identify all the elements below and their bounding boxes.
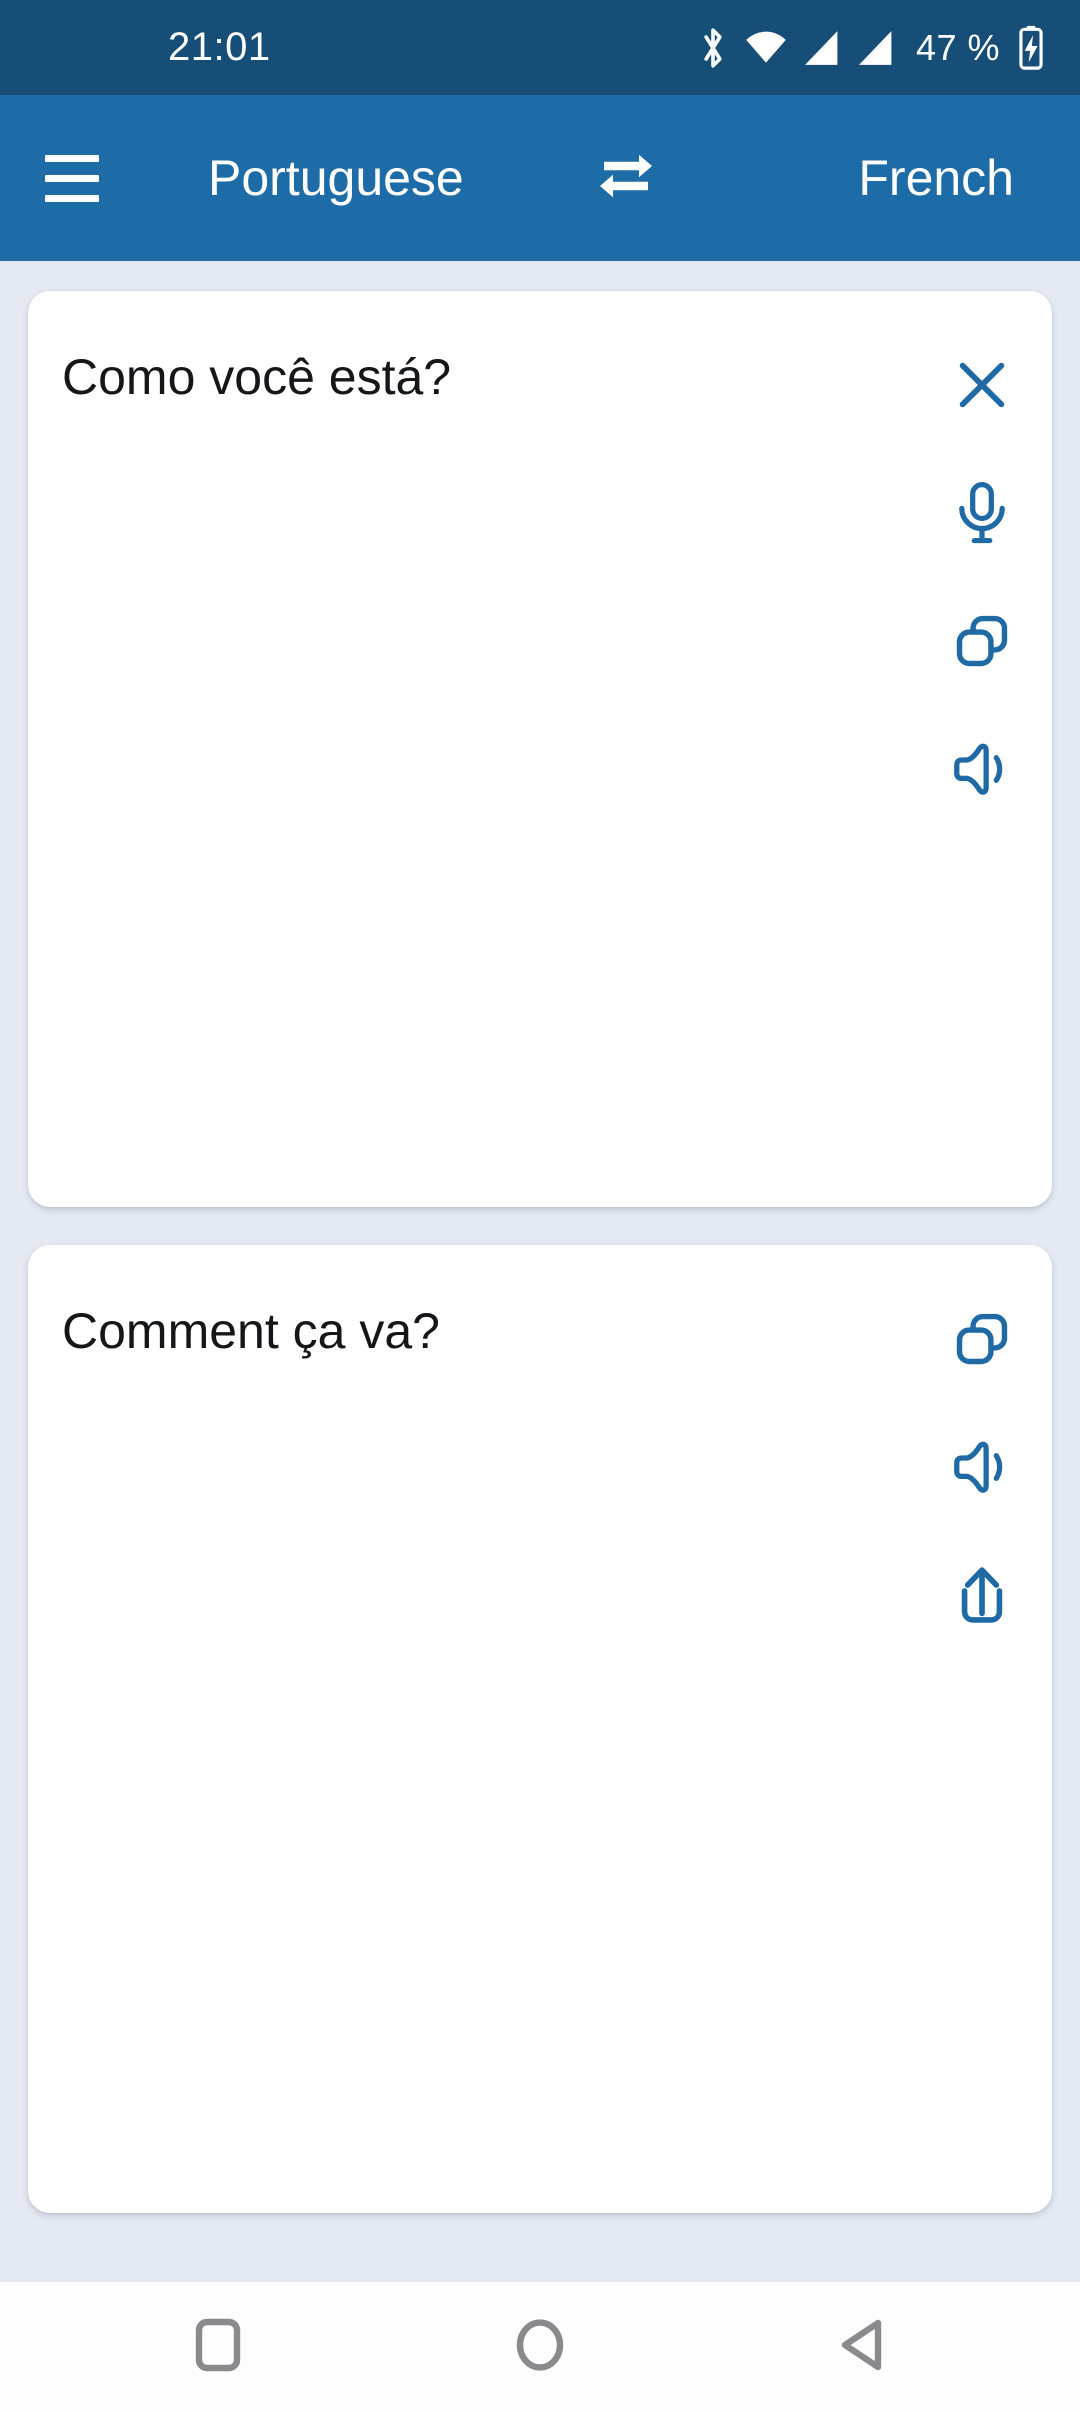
copy-button[interactable] (936, 595, 1028, 687)
recents-button[interactable] (170, 2299, 266, 2395)
menu-line-2 (45, 174, 99, 182)
square-icon (192, 2317, 244, 2378)
home-button[interactable] (492, 2299, 588, 2395)
status-bar-indicators: 47 % (696, 25, 1046, 71)
swap-languages-button[interactable] (586, 138, 666, 218)
copy-button[interactable] (936, 1293, 1028, 1385)
translation-panels: Como você está? Comment ça va? (0, 261, 1080, 2282)
status-bar-clock: 21:01 (168, 25, 271, 69)
share-icon (951, 1563, 1013, 1627)
target-language-selector[interactable]: French (858, 149, 1014, 207)
status-bar: 21:01 47 % (0, 0, 1080, 95)
battery-percent-label: 47 % (915, 26, 1000, 68)
close-icon (951, 354, 1013, 416)
signal-sim2-icon (856, 28, 896, 68)
target-text: Comment ça va? (62, 1303, 440, 1359)
hamburger-menu-icon[interactable] (24, 130, 120, 226)
copy-icon (951, 1308, 1013, 1370)
clear-button[interactable] (936, 339, 1028, 431)
swap-horizontal-icon (592, 148, 660, 209)
signal-sim1-icon (802, 28, 842, 68)
menu-line-3 (45, 194, 99, 202)
source-language-selector[interactable]: Portuguese (208, 149, 464, 207)
copy-icon (951, 610, 1013, 672)
microphone-icon (952, 480, 1012, 546)
circle-icon (513, 2317, 567, 2378)
wifi-icon (744, 28, 788, 68)
battery-charging-icon (1016, 25, 1046, 71)
speech-input-button[interactable] (936, 467, 1028, 559)
share-button[interactable] (936, 1549, 1028, 1641)
source-card[interactable]: Como você está? (28, 291, 1052, 1207)
app-screen: 21:01 47 % Portuguese French Como você e… (0, 0, 1080, 2412)
source-card-actions (912, 325, 1052, 1207)
bluetooth-icon (696, 26, 730, 70)
triangle-left-icon (836, 2317, 888, 2378)
android-navigation-bar (0, 2282, 1080, 2412)
speaker-icon (950, 739, 1014, 799)
menu-line-1 (45, 154, 99, 162)
back-button[interactable] (814, 2299, 910, 2395)
speak-button[interactable] (936, 1421, 1028, 1513)
target-card[interactable]: Comment ça va? (28, 1245, 1052, 2213)
source-text[interactable]: Como você está? (28, 325, 912, 1207)
speaker-icon (950, 1437, 1014, 1497)
speak-button[interactable] (936, 723, 1028, 815)
target-card-actions (912, 1279, 1052, 2213)
app-bar: Portuguese French (0, 95, 1080, 261)
